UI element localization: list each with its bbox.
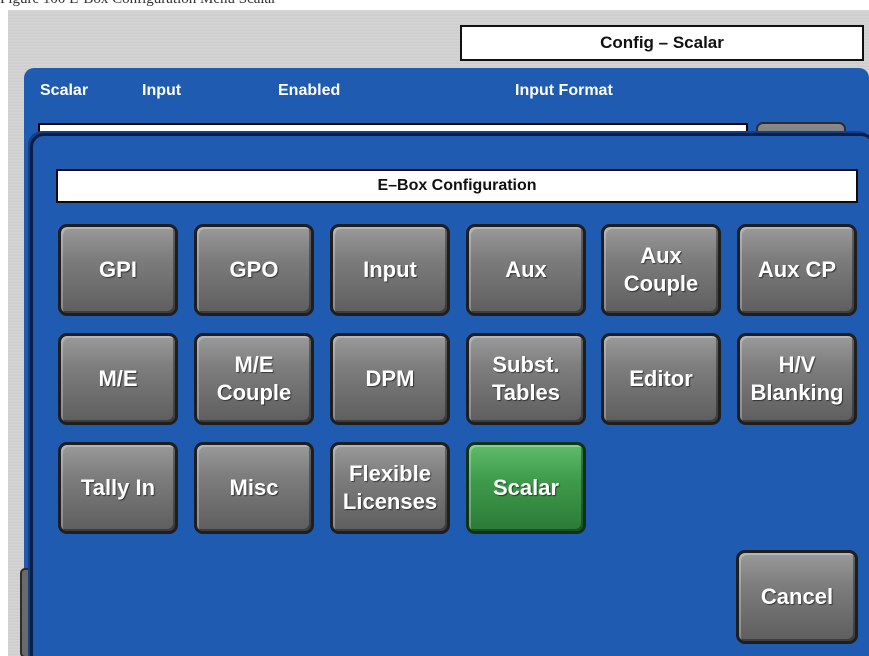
aux-button[interactable]: Aux	[466, 224, 586, 316]
window-title: Config – Scalar	[460, 25, 864, 61]
aux-cp-button[interactable]: Aux CP	[737, 224, 857, 316]
dialog-title: E–Box Configuration	[56, 169, 858, 203]
gpo-button[interactable]: GPO	[194, 224, 314, 316]
input-button[interactable]: Input	[330, 224, 450, 316]
editor-button[interactable]: Editor	[601, 333, 721, 425]
gpi-button[interactable]: GPI	[58, 224, 178, 316]
misc-button[interactable]: Misc	[194, 442, 314, 534]
subst-tables-button[interactable]: Subst. Tables	[466, 333, 586, 425]
header-scalar: Scalar	[40, 82, 89, 99]
flexible-licenses-button[interactable]: Flexible Licenses	[330, 442, 450, 534]
header-input-format: Input Format	[515, 82, 613, 99]
me-button[interactable]: M/E	[58, 333, 178, 425]
tally-in-button[interactable]: Tally In	[58, 442, 178, 534]
ebox-configuration-dialog: E–Box Configuration GPI GPO Input Aux Au…	[30, 133, 869, 656]
cancel-button[interactable]: Cancel	[736, 550, 858, 644]
me-couple-button[interactable]: M/E Couple	[194, 333, 314, 425]
dpm-button[interactable]: DPM	[330, 333, 450, 425]
aux-couple-button[interactable]: Aux Couple	[601, 224, 721, 316]
header-enabled: Enabled	[278, 82, 341, 99]
header-input: Input	[142, 82, 182, 99]
scalar-button[interactable]: Scalar	[466, 442, 586, 534]
hv-blanking-button[interactable]: H/V Blanking	[737, 333, 857, 425]
screen: Config – Scalar Scalar Input Enabled Inp…	[8, 10, 869, 656]
